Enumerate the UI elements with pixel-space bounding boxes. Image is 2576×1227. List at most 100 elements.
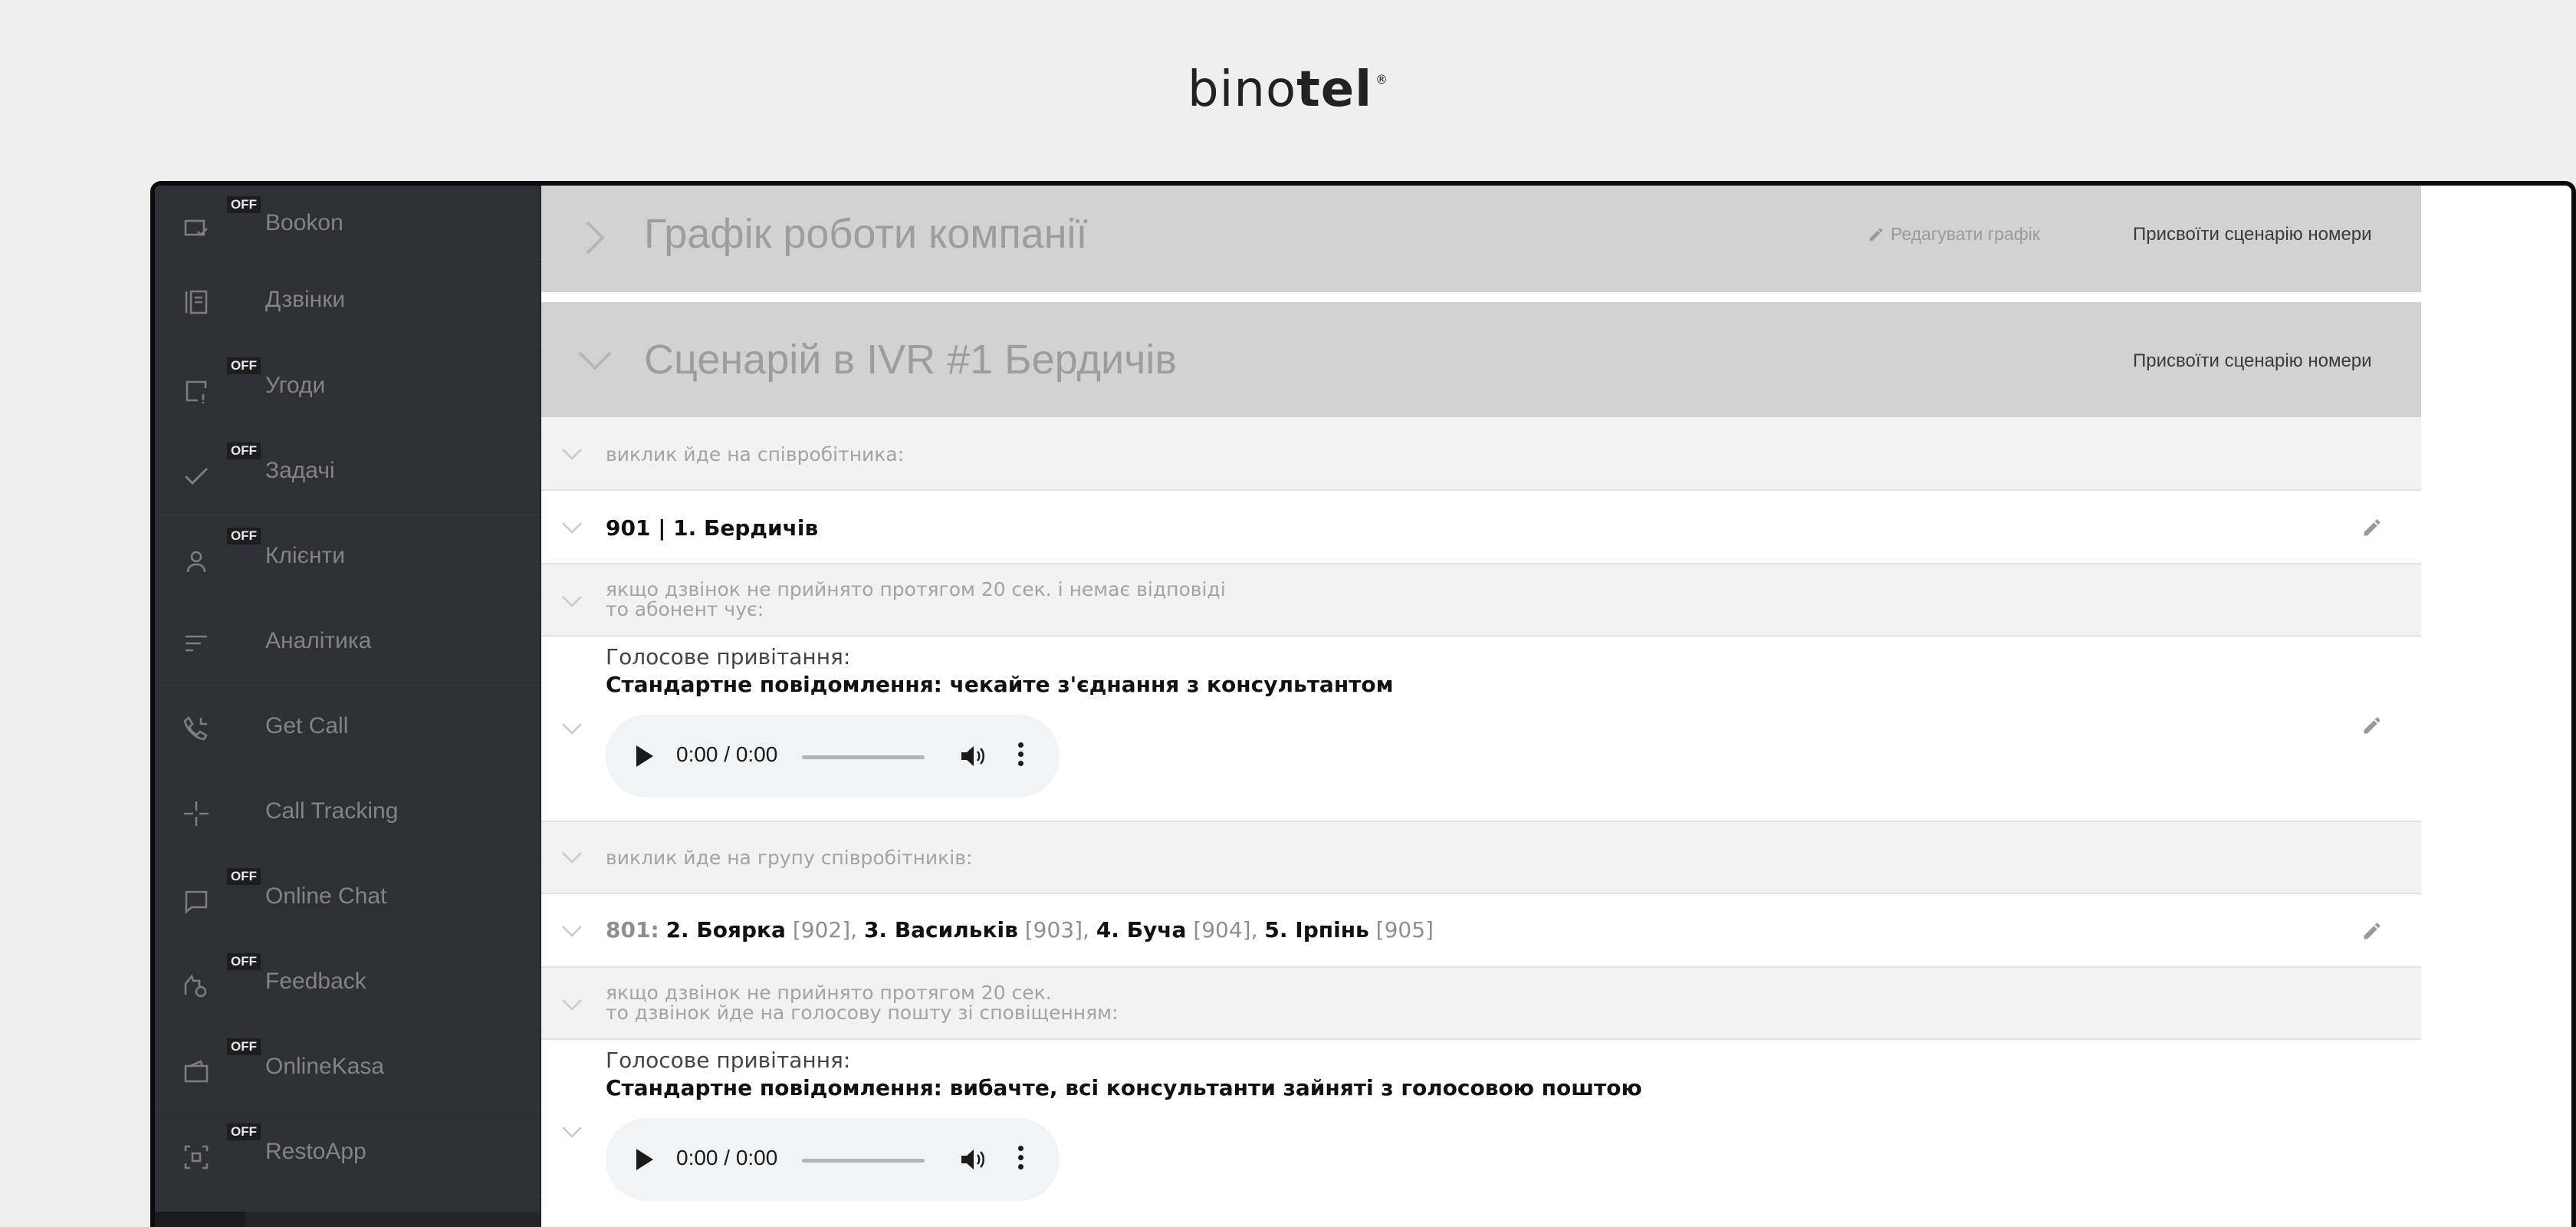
off-badge: OFF (227, 357, 261, 374)
greeting-label: Голосове привітання: (606, 1048, 851, 1073)
more-options-icon[interactable] (1017, 1146, 1024, 1173)
chevron-right-icon[interactable] (584, 219, 606, 256)
sidebar-item-online-chat[interactable]: OFF Online Chat (155, 856, 541, 941)
assign-numbers-button[interactable]: Присвоїти сценарію номери (2133, 224, 2372, 245)
member-number: [903], (1024, 917, 1089, 942)
member-name: 3. Васильків (863, 917, 1018, 942)
sidebar-item-label: Угоди (265, 373, 326, 398)
app-window: OFF Bookon Дзвінки OFF Угоди OFF Задачі (150, 181, 2576, 1227)
bookon-icon (181, 213, 212, 244)
audio-seek-bar[interactable] (802, 755, 925, 759)
group-number: 801: (606, 917, 659, 942)
employee-call-row: виклик йде на співробітника: (541, 417, 2421, 491)
sidebar-item-label: Get Call (265, 713, 349, 739)
chevron-down-icon[interactable] (577, 350, 613, 371)
scenario-header[interactable]: Сценарій в IVR #1 Бердичів Присвоїти сце… (541, 302, 2421, 417)
greeting-label: Голосове привітання: (606, 644, 851, 669)
chevron-down-icon[interactable] (561, 1126, 583, 1138)
pencil-icon (1869, 228, 1883, 241)
play-icon[interactable] (636, 745, 653, 767)
edit-schedule-link[interactable]: Редагувати графік (1868, 224, 2040, 245)
sidebar-item-resto-app[interactable]: OFF RestoApp (155, 1111, 541, 1196)
greeting-message: Стандартне повідомлення: вибачте, всі ко… (606, 1075, 1642, 1100)
chevron-down-icon[interactable] (561, 595, 583, 607)
volume-icon[interactable] (960, 744, 986, 768)
sidebar-item-label: Online Chat (265, 883, 387, 909)
off-badge: OFF (227, 868, 261, 885)
deals-icon (181, 376, 212, 406)
audio-time: 0:00 / 0:00 (676, 1146, 778, 1169)
sidebar-item-label: Feedback (265, 969, 366, 994)
schedule-header[interactable]: Графік роботи компанії Редагувати графік… (541, 186, 2421, 292)
user-icon (181, 546, 212, 577)
feedback-icon (181, 972, 212, 1002)
off-badge: OFF (227, 196, 261, 213)
crosshair-icon (181, 798, 212, 829)
chevron-down-icon[interactable] (561, 521, 583, 534)
member-number: [904], (1193, 917, 1258, 942)
sidebar-item-label: Задачі (265, 458, 335, 483)
sidebar-item-bookon[interactable]: OFF Bookon (155, 186, 541, 260)
binotel-logo: binotel ® (1187, 61, 1389, 118)
sidebar-item-calls[interactable]: Дзвінки (155, 260, 541, 345)
sidebar-item-label: RestoApp (265, 1139, 366, 1164)
chevron-down-icon[interactable] (561, 448, 583, 460)
member-number: [905] (1375, 917, 1434, 942)
phone-icon (181, 713, 212, 744)
sidebar-item-call-tracking[interactable]: Call Tracking (155, 771, 541, 856)
row-label: то дзвінок йде на голосову пошту зі спов… (606, 1002, 1119, 1024)
sidebar-item-label: Клієнти (265, 543, 346, 568)
chevron-down-icon[interactable] (561, 851, 583, 864)
sidebar-item-deals[interactable]: OFF Угоди (155, 345, 541, 430)
sidebar-item-label: Аналітика (265, 628, 372, 653)
greeting-row: Голосове привітання: Стандартне повідомл… (541, 1040, 2421, 1227)
chevron-down-icon[interactable] (561, 925, 583, 937)
pencil-icon[interactable] (2361, 715, 2383, 736)
employee-name: 901 | 1. Бердичів (606, 515, 819, 541)
row-label: виклик йде на співробітника: (606, 443, 905, 465)
row-label: то абонент чує: (606, 598, 764, 620)
off-badge: OFF (227, 442, 261, 459)
sidebar-item-clients[interactable]: OFF Клієнти (155, 515, 541, 600)
analytics-icon (181, 628, 212, 659)
sidebar-item-label: Bookon (265, 210, 343, 235)
sidebar-footer (155, 1212, 541, 1227)
off-badge: OFF (227, 528, 261, 544)
off-badge: OFF (227, 1038, 261, 1055)
volume-icon[interactable] (960, 1147, 986, 1172)
audio-seek-bar[interactable] (802, 1159, 925, 1163)
member-name: 2. Боярка (665, 917, 786, 942)
audio-player: 0:00 / 0:00 (606, 1118, 1060, 1201)
sidebar: OFF Bookon Дзвінки OFF Угоди OFF Задачі (155, 186, 541, 1227)
chevron-down-icon[interactable] (561, 722, 583, 735)
employee-row: 901 | 1. Бердичів (541, 491, 2421, 564)
main-content: Графік роботи компанії Редагувати графік… (541, 186, 2421, 1227)
sidebar-item-get-call[interactable]: Get Call (155, 686, 541, 771)
no-answer-row: якщо дзвінок не прийнято протягом 20 сек… (541, 564, 2421, 637)
row-label: якщо дзвінок не прийнято протягом 20 сек… (606, 982, 1052, 1004)
pencil-icon[interactable] (2361, 920, 2383, 942)
sidebar-item-analytics[interactable]: Аналітика (155, 600, 541, 686)
group-call-row: виклик йде на групу співробітників: (541, 822, 2421, 894)
member-name: 4. Буча (1096, 917, 1187, 942)
group-row: 801: 2. Боярка [902], 3. Васильків [903]… (541, 894, 2421, 968)
play-icon[interactable] (636, 1149, 653, 1170)
pencil-icon[interactable] (2361, 517, 2383, 538)
wallet-icon (181, 1057, 212, 1087)
audio-time: 0:00 / 0:00 (676, 742, 778, 766)
group-members: 801: 2. Боярка [902], 3. Васильків [903]… (606, 917, 1434, 942)
checkmark-icon (181, 461, 212, 492)
assign-numbers-button[interactable]: Присвоїти сценарію номери (2133, 350, 2372, 372)
qr-scan-icon (181, 1142, 212, 1173)
member-number: [902], (792, 917, 858, 942)
sidebar-item-tasks[interactable]: OFF Задачі (155, 430, 541, 515)
more-options-icon[interactable] (1017, 742, 1024, 770)
voicemail-row: якщо дзвінок не прийнято протягом 20 сек… (541, 968, 2421, 1040)
sidebar-item-label: OnlineKasa (265, 1054, 385, 1079)
schedule-title: Графік роботи компанії (644, 211, 1088, 257)
off-badge: OFF (227, 1123, 261, 1140)
sidebar-item-feedback[interactable]: OFF Feedback (155, 941, 541, 1026)
sidebar-item-online-kasa[interactable]: OFF OnlineKasa (155, 1026, 541, 1111)
row-label: якщо дзвінок не прийнято протягом 20 сек… (606, 578, 1226, 600)
chevron-down-icon[interactable] (561, 998, 583, 1011)
